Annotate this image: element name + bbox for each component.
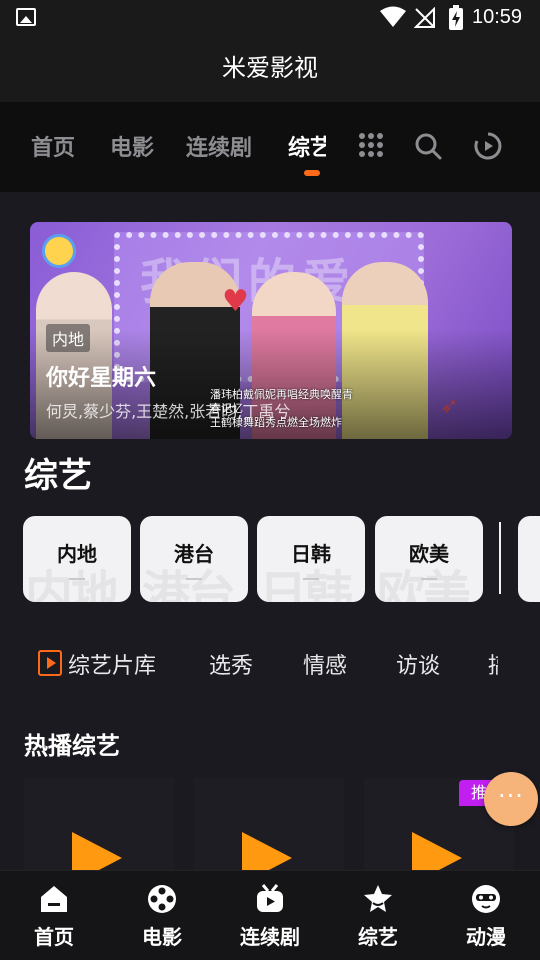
main-content: 我们的爱 ♥ ➶ 潘玮柏戴佩妮再唱经典唤醒青春记忆 王鹤棣舞蹈秀点燃全场燃炸 内… (0, 192, 540, 870)
category-item[interactable]: 访谈 (396, 648, 440, 680)
region-card-mainland[interactable]: 内地 内地 (23, 516, 131, 602)
banner-title: 你好星期六 (46, 366, 157, 391)
battery-charging-icon (449, 5, 463, 30)
search-icon[interactable] (414, 132, 442, 160)
no-signal-icon (414, 7, 435, 28)
region-dash (186, 578, 202, 580)
region-label: 欧美 (409, 542, 449, 566)
featured-banner[interactable]: 我们的爱 ♥ ➶ 潘玮柏戴佩妮再唱经典唤醒青春记忆 王鹤棣舞蹈秀点燃全场燃炸 内… (30, 222, 512, 439)
library-play-icon (38, 650, 62, 676)
region-divider (499, 522, 501, 594)
category-item[interactable]: 情感 (303, 648, 347, 680)
banner-region-tag: 内地 (46, 324, 91, 352)
nav-label: 首页 (34, 925, 74, 949)
category-item[interactable]: 选秀 (209, 648, 253, 680)
nav-series[interactable]: 连续剧 (216, 871, 324, 960)
tab-home[interactable]: 首页 (31, 130, 75, 162)
region-dash (421, 578, 437, 580)
nav-home[interactable]: 首页 (0, 871, 108, 960)
tab-variety-clip: 综艺 (288, 130, 326, 166)
tab-series[interactable]: 连续剧 (186, 130, 252, 162)
app-title: 米爱影视 (222, 54, 318, 82)
tab-variety[interactable]: 综艺 (288, 130, 326, 162)
category-library[interactable]: 综艺片库 (68, 648, 156, 680)
bottom-nav: 首页 电影 连续剧 综艺 动漫 (0, 870, 540, 960)
anime-face-icon (472, 885, 500, 913)
status-bar: 10:59 (0, 0, 540, 36)
nav-label: 动漫 (466, 925, 506, 949)
wifi-icon (380, 6, 406, 27)
region-card-hktw[interactable]: 港台 港台 (140, 516, 248, 602)
category-row: 综艺片库 选秀 情感 访谈 搞 (0, 644, 540, 684)
hot-section-title: 热播综艺 (24, 732, 120, 760)
history-play-icon[interactable] (474, 132, 502, 160)
more-icon: ··· (498, 782, 524, 810)
region-card-jpkr[interactable]: 日韩 日韩 (257, 516, 365, 602)
region-card-partial[interactable] (518, 516, 540, 602)
region-label: 港台 (174, 542, 214, 566)
active-tab-indicator (304, 170, 320, 176)
play-icon (72, 832, 122, 870)
emoji-sticker-icon (42, 234, 76, 268)
film-reel-icon (148, 885, 176, 913)
nav-label: 连续剧 (240, 925, 300, 949)
hot-card[interactable] (24, 778, 174, 870)
play-icon (242, 832, 292, 870)
play-icon (412, 832, 462, 870)
nav-anime[interactable]: 动漫 (432, 871, 540, 960)
region-dash (303, 578, 319, 580)
category-item[interactable]: 搞 (488, 648, 498, 680)
clock: 10:59 (472, 6, 523, 28)
nav-variety[interactable]: 综艺 (324, 871, 432, 960)
region-label: 内地 (57, 542, 97, 566)
banner-subtitle: 何炅,蔡少芬,王楚然,张若昀,丁禹兮 (46, 402, 291, 421)
region-label: 日韩 (291, 542, 331, 566)
heart-icon: ♥ (222, 284, 249, 319)
star-icon (364, 885, 392, 912)
region-dash (69, 578, 85, 580)
section-title: 综艺 (24, 456, 92, 496)
category-item-clip: 搞 (488, 648, 498, 680)
region-filter-row: 内地 内地 港台 港台 日韩 日韩 欧美 欧美 (0, 516, 540, 604)
app-title-bar: 米爱影视 (0, 36, 540, 102)
grid-icon[interactable] (358, 132, 384, 158)
nav-label: 综艺 (358, 925, 398, 949)
nav-movies[interactable]: 电影 (108, 871, 216, 960)
more-fab[interactable]: ··· (484, 772, 538, 826)
region-card-west[interactable]: 欧美 欧美 (375, 516, 483, 602)
hot-card[interactable] (194, 778, 344, 870)
image-icon (16, 8, 36, 26)
nav-label: 电影 (142, 925, 182, 949)
tab-movies[interactable]: 电影 (110, 130, 154, 162)
home-icon (41, 886, 67, 912)
top-tab-bar: 首页 电影 连续剧 综艺 (0, 102, 540, 192)
tv-icon (257, 884, 283, 912)
